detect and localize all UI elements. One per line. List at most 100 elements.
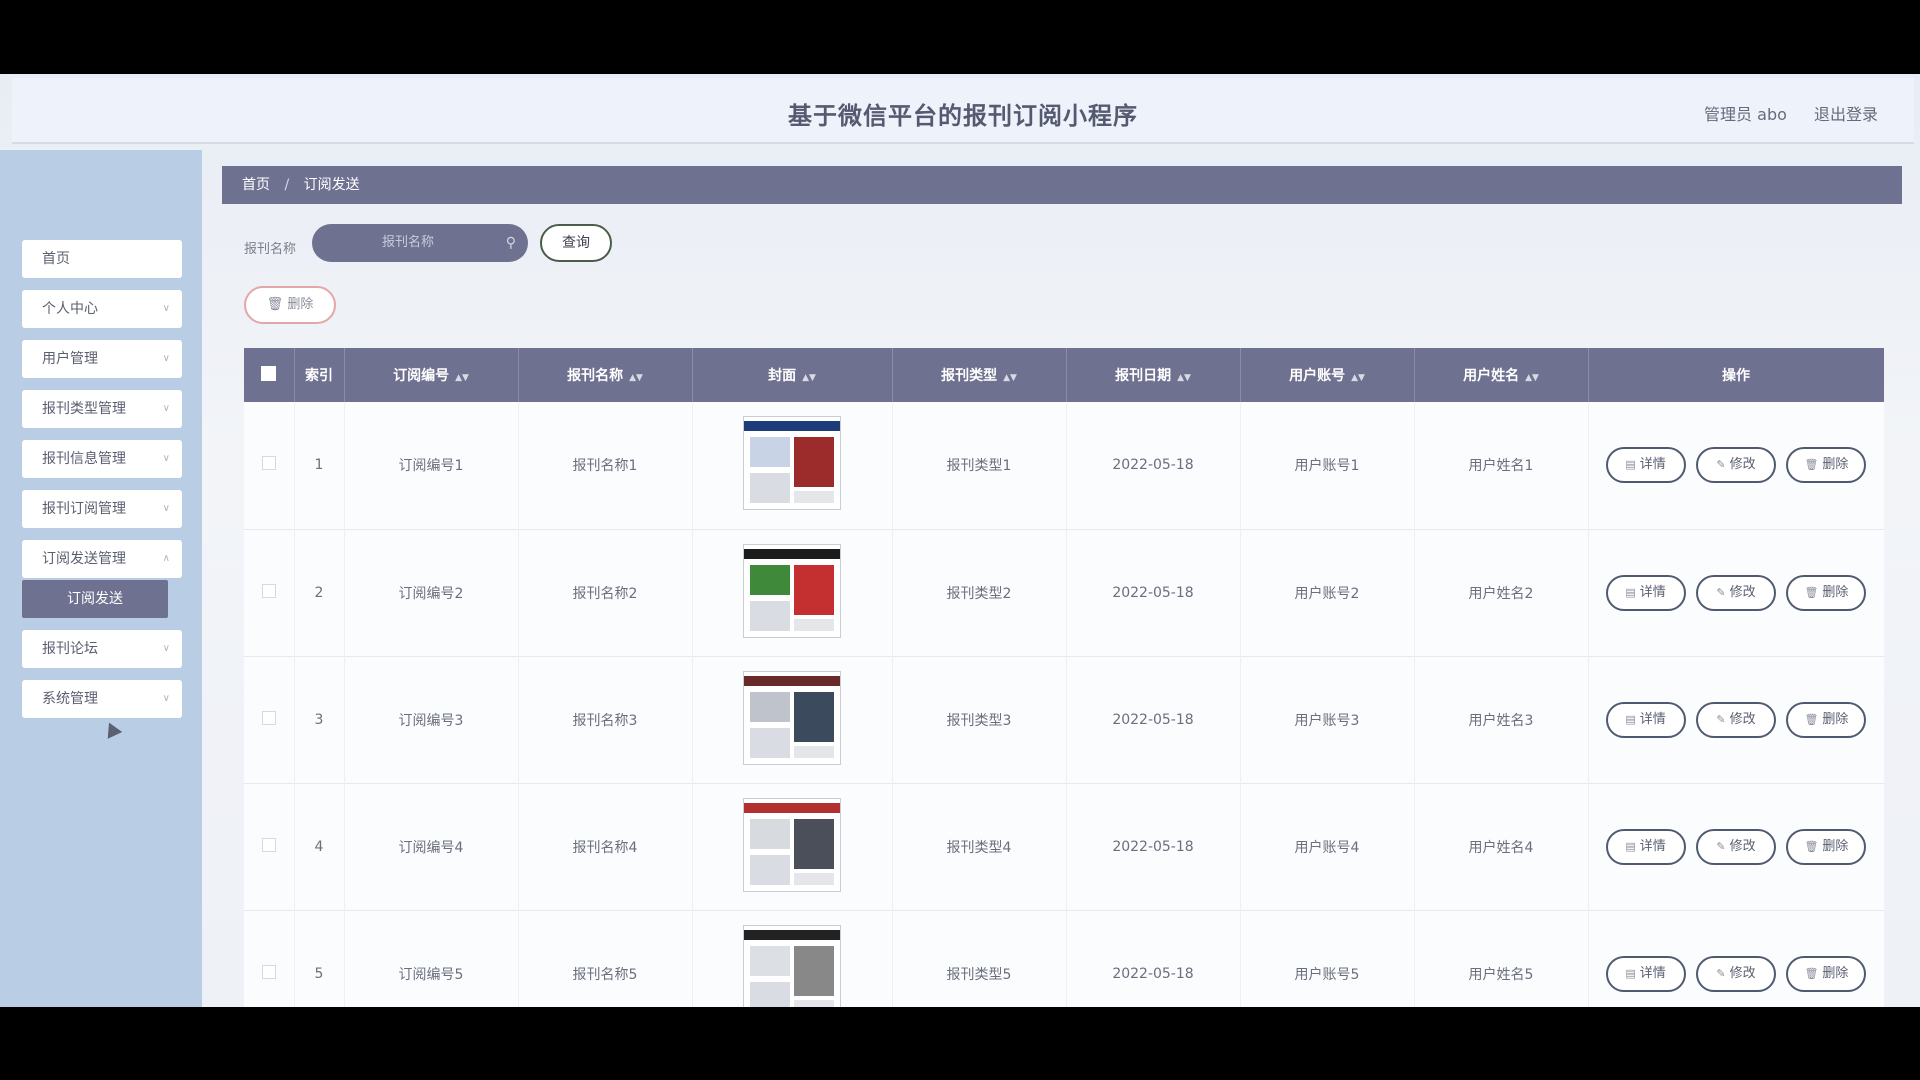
detail-button[interactable]: ▤ 详情 (1605, 447, 1686, 484)
detail-label: 详情 (1639, 711, 1666, 727)
delete-button[interactable]: 🗑 删除 (1786, 955, 1867, 992)
chevron-down-icon: ∨ (162, 453, 170, 464)
select-all-checkbox[interactable] (244, 348, 295, 402)
detail-button[interactable]: ▤ 详情 (1605, 955, 1686, 992)
sort-icon: ▲▼ (1177, 373, 1191, 383)
cell-cover (692, 402, 893, 529)
breadcrumb-home[interactable]: 首页 (242, 177, 270, 193)
newspaper-cover-image (743, 416, 841, 511)
edit-button[interactable]: ✎ 修改 (1696, 447, 1776, 484)
row-checkbox[interactable] (244, 910, 295, 1007)
batch-delete-button[interactable]: 🗑 删除 (244, 286, 336, 324)
col-account[interactable]: 用户账号 ▲▼ (1240, 348, 1415, 402)
chevron-down-icon: ∨ (162, 303, 170, 314)
cell-username: 用户姓名1 (1414, 402, 1589, 529)
sidebar: 首页 个人中心 ∨ 用户管理 ∨ 报刊类型管理 ∨ 报刊信息管理 ∨ 报刊订阅管… (0, 150, 202, 1007)
cell-type: 报刊类型2 (892, 529, 1067, 656)
sidebar-item-send-management[interactable]: 订阅发送管理 ∧ (22, 540, 182, 578)
delete-label: 删除 (1822, 457, 1849, 473)
delete-button[interactable]: 🗑 删除 (1786, 701, 1867, 738)
logout-link[interactable]: 退出登录 (1814, 105, 1878, 124)
trash-icon: 🗑 (266, 297, 284, 312)
sidebar-item-info-management[interactable]: 报刊信息管理 ∨ (22, 440, 182, 478)
edit-label: 修改 (1729, 965, 1756, 981)
delete-button[interactable]: 🗑 删除 (1786, 447, 1867, 484)
detail-button[interactable]: ▤ 详情 (1605, 828, 1686, 865)
detail-icon: ▤ (1625, 585, 1636, 599)
search-icon: ⚲ (505, 235, 516, 251)
col-type[interactable]: 报刊类型 ▲▼ (892, 348, 1067, 402)
sidebar-item-home[interactable]: 首页 (22, 240, 182, 278)
col-date[interactable]: 报刊日期 ▲▼ (1066, 348, 1241, 402)
edit-icon: ✎ (1716, 839, 1726, 853)
sidebar-item-label: 用户管理 (42, 351, 98, 367)
row-checkbox[interactable] (244, 783, 295, 910)
sidebar-item-subscription-management[interactable]: 报刊订阅管理 ∨ (22, 490, 182, 528)
edit-label: 修改 (1729, 457, 1756, 473)
query-button[interactable]: 查询 (540, 224, 612, 262)
delete-button[interactable]: 🗑 删除 (1786, 828, 1867, 865)
breadcrumb: 首页 / 订阅发送 (222, 166, 1902, 204)
sort-icon: ▲▼ (802, 373, 816, 383)
delete-button[interactable]: 🗑 删除 (1786, 574, 1867, 611)
edit-button[interactable]: ✎ 修改 (1696, 574, 1776, 611)
main-content: 首页 / 订阅发送 报刊名称 报刊名称 ⚲ 查询 🗑 删除 索引 订阅编号 ▲▼… (202, 150, 1920, 1007)
cell-date: 2022-05-18 (1066, 656, 1241, 783)
cell-name: 报刊名称5 (518, 910, 693, 1007)
newspaper-cover-image (743, 924, 841, 1007)
detail-icon: ▤ (1625, 966, 1636, 980)
row-checkbox[interactable] (244, 529, 295, 656)
col-username[interactable]: 用户姓名 ▲▼ (1414, 348, 1589, 402)
sidebar-item-type-management[interactable]: 报刊类型管理 ∨ (22, 390, 182, 428)
search-placeholder: 报刊名称 (382, 235, 435, 250)
sidebar-item-label: 报刊类型管理 (42, 401, 126, 417)
row-checkbox[interactable] (244, 656, 295, 783)
edit-button[interactable]: ✎ 修改 (1696, 701, 1776, 738)
chevron-up-icon: ∧ (162, 553, 170, 564)
cell-account: 用户账号3 (1240, 656, 1415, 783)
detail-icon: ▤ (1625, 839, 1636, 853)
cell-account: 用户账号4 (1240, 783, 1415, 910)
row-checkbox[interactable] (244, 402, 295, 529)
search-input[interactable]: 报刊名称 ⚲ (312, 224, 528, 262)
cell-username: 用户姓名2 (1414, 529, 1589, 656)
detail-label: 详情 (1639, 838, 1666, 854)
col-sub-no[interactable]: 订阅编号 ▲▼ (344, 348, 519, 402)
cell-cover (692, 529, 893, 656)
cell-date: 2022-05-18 (1066, 910, 1241, 1007)
detail-label: 详情 (1639, 965, 1666, 981)
sort-icon: ▲▼ (1351, 373, 1365, 383)
delete-label: 删除 (1822, 965, 1849, 981)
sidebar-item-label: 报刊订阅管理 (42, 501, 126, 517)
sidebar-item-user-management[interactable]: 用户管理 ∨ (22, 340, 182, 378)
detail-button[interactable]: ▤ 详情 (1605, 574, 1686, 611)
cell-account: 用户账号1 (1240, 402, 1415, 529)
trash-icon: 🗑 (1804, 712, 1819, 726)
cell-sub-no: 订阅编号4 (344, 783, 519, 910)
edit-button[interactable]: ✎ 修改 (1696, 955, 1776, 992)
col-actions: 操作 (1588, 348, 1884, 402)
edit-button[interactable]: ✎ 修改 (1696, 828, 1776, 865)
chevron-down-icon: ∨ (162, 353, 170, 364)
edit-icon: ✎ (1716, 966, 1726, 980)
trash-icon: 🗑 (1804, 458, 1819, 472)
sidebar-subitem-send[interactable]: 订阅发送 (22, 580, 168, 618)
newspaper-cover-image (743, 797, 841, 892)
detail-label: 详情 (1639, 457, 1666, 473)
col-name[interactable]: 报刊名称 ▲▼ (518, 348, 693, 402)
sidebar-item-personal-center[interactable]: 个人中心 ∨ (22, 290, 182, 328)
sidebar-item-system[interactable]: 系统管理 ∨ (22, 680, 182, 718)
data-table: 索引 订阅编号 ▲▼ 报刊名称 ▲▼ 封面 ▲▼ 报刊类型 ▲▼ 报刊日期 ▲▼ 用户账号… (244, 348, 1884, 1007)
col-cover[interactable]: 封面 ▲▼ (692, 348, 893, 402)
delete-label: 删除 (1822, 584, 1849, 600)
cell-type: 报刊类型5 (892, 910, 1067, 1007)
cell-actions: ▤ 详情 ✎ 修改 🗑 删除 (1588, 910, 1884, 1007)
search-label: 报刊名称 (244, 242, 297, 257)
sidebar-item-label: 系统管理 (42, 691, 98, 707)
sidebar-item-forum[interactable]: 报刊论坛 ∨ (22, 630, 182, 668)
delete-label: 删除 (1822, 711, 1849, 727)
cell-name: 报刊名称2 (518, 529, 693, 656)
detail-button[interactable]: ▤ 详情 (1605, 701, 1686, 738)
edit-icon: ✎ (1716, 458, 1726, 472)
chevron-down-icon: ∨ (162, 403, 170, 414)
